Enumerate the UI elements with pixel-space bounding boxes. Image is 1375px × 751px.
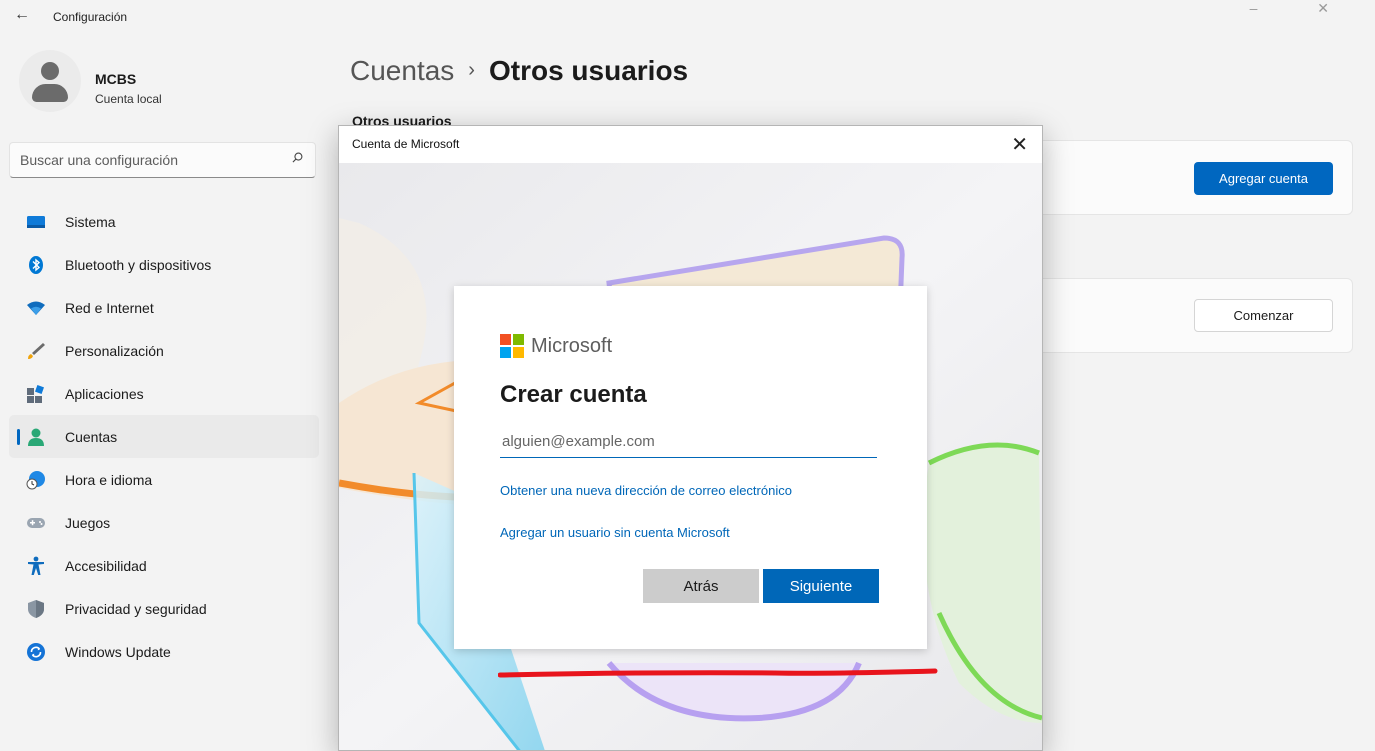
sidebar-item-hora[interactable]: Hora e idioma: [9, 458, 319, 501]
update-icon: [27, 643, 45, 661]
avatar[interactable]: [19, 50, 81, 112]
microsoft-logo-icon: [500, 334, 524, 358]
breadcrumb: Cuentas › Otros usuarios: [350, 55, 688, 87]
add-account-button[interactable]: Agregar cuenta: [1194, 162, 1333, 195]
sidebar-item-label: Bluetooth y dispositivos: [65, 257, 212, 273]
app-title: Configuración: [53, 10, 128, 24]
accounts-icon: [28, 428, 44, 446]
microsoft-wordmark: Microsoft: [531, 335, 613, 357]
create-account-heading: Crear cuenta: [500, 381, 647, 408]
user-name: MCBS: [95, 71, 137, 87]
create-account-card: Microsoft Crear cuenta Obtener una nueva…: [454, 286, 927, 649]
sidebar-item-red[interactable]: Red e Internet: [9, 286, 319, 329]
user-account-type: Cuenta local: [95, 92, 162, 106]
accessibility-icon: [28, 556, 44, 575]
active-indicator: [17, 429, 20, 445]
system-icon: [27, 216, 45, 228]
section-label: Otros usuarios: [352, 113, 452, 125]
add-user-without-microsoft-account-link[interactable]: Agregar un usuario sin cuenta Microsoft: [500, 525, 730, 540]
sidebar-item-label: Cuentas: [65, 429, 118, 445]
close-icon[interactable]: ✕: [1011, 132, 1028, 157]
sidebar-item-windows-update[interactable]: Windows Update: [9, 630, 319, 673]
sidebar-item-personalizacion[interactable]: Personalización: [9, 329, 319, 372]
settings-search[interactable]: [9, 142, 316, 178]
clock-globe-icon: [26, 471, 45, 490]
sidebar-item-label: Juegos: [65, 515, 111, 531]
red-underline-annotation: [498, 668, 938, 678]
page-title: Otros usuarios: [488, 55, 689, 86]
apps-icon: [27, 385, 44, 403]
bluetooth-icon: [29, 256, 43, 274]
breadcrumb-parent[interactable]: Cuentas: [350, 55, 454, 86]
microsoft-account-dialog: Cuenta de Microsoft ✕ Microsoft Crear cu…: [338, 125, 1043, 751]
sidebar-item-label: Accesibilidad: [65, 558, 147, 574]
sidebar-item-label: Personalización: [65, 343, 164, 359]
breadcrumb-separator: ›: [468, 59, 475, 81]
avatar-shoulders: [32, 84, 68, 102]
back-button[interactable]: Atrás: [643, 569, 759, 603]
kiosk-card: Comenzar: [1000, 278, 1353, 353]
sidebar-item-accesibilidad[interactable]: Accesibilidad: [9, 544, 319, 587]
next-button[interactable]: Siguiente: [763, 569, 879, 603]
brush-icon: [28, 343, 45, 359]
sidebar-item-label: Hora e idioma: [65, 472, 153, 488]
start-button[interactable]: Comenzar: [1194, 299, 1333, 332]
avatar-head: [41, 62, 59, 80]
sidebar-item-cuentas[interactable]: Cuentas: [9, 415, 319, 458]
sidebar-item-label: Privacidad y seguridad: [65, 601, 207, 617]
sidebar-item-bluetooth[interactable]: Bluetooth y dispositivos: [9, 243, 319, 286]
window-controls[interactable]: – ✕: [1250, 0, 1357, 17]
dialog-title: Cuenta de Microsoft: [352, 137, 460, 151]
shield-icon: [28, 600, 44, 618]
sidebar-item-juegos[interactable]: Juegos: [9, 501, 319, 544]
add-user-card: Agregar cuenta: [1000, 140, 1353, 215]
email-field[interactable]: [500, 426, 877, 458]
back-arrow-icon[interactable]: ←: [14, 6, 30, 24]
sidebar-item-label: Sistema: [65, 214, 116, 230]
sidebar-item-label: Windows Update: [65, 644, 171, 660]
wifi-icon: [27, 301, 45, 315]
gamepad-icon: [27, 518, 45, 528]
sidebar-item-label: Aplicaciones: [65, 386, 144, 402]
sidebar-item-aplicaciones[interactable]: Aplicaciones: [9, 372, 319, 415]
search-input[interactable]: [18, 151, 282, 169]
dialog-header: Cuenta de Microsoft ✕: [339, 126, 1042, 163]
sidebar-item-privacidad[interactable]: Privacidad y seguridad: [9, 587, 319, 630]
sidebar-nav: Sistema Bluetooth y dispositivos Red e I…: [9, 200, 319, 673]
title-bar: ← Configuración – ✕: [0, 0, 1375, 36]
search-icon[interactable]: [292, 152, 303, 163]
sidebar-item-label: Red e Internet: [65, 300, 154, 316]
new-email-link[interactable]: Obtener una nueva dirección de correo el…: [500, 483, 792, 498]
sidebar-item-sistema[interactable]: Sistema: [9, 200, 319, 243]
